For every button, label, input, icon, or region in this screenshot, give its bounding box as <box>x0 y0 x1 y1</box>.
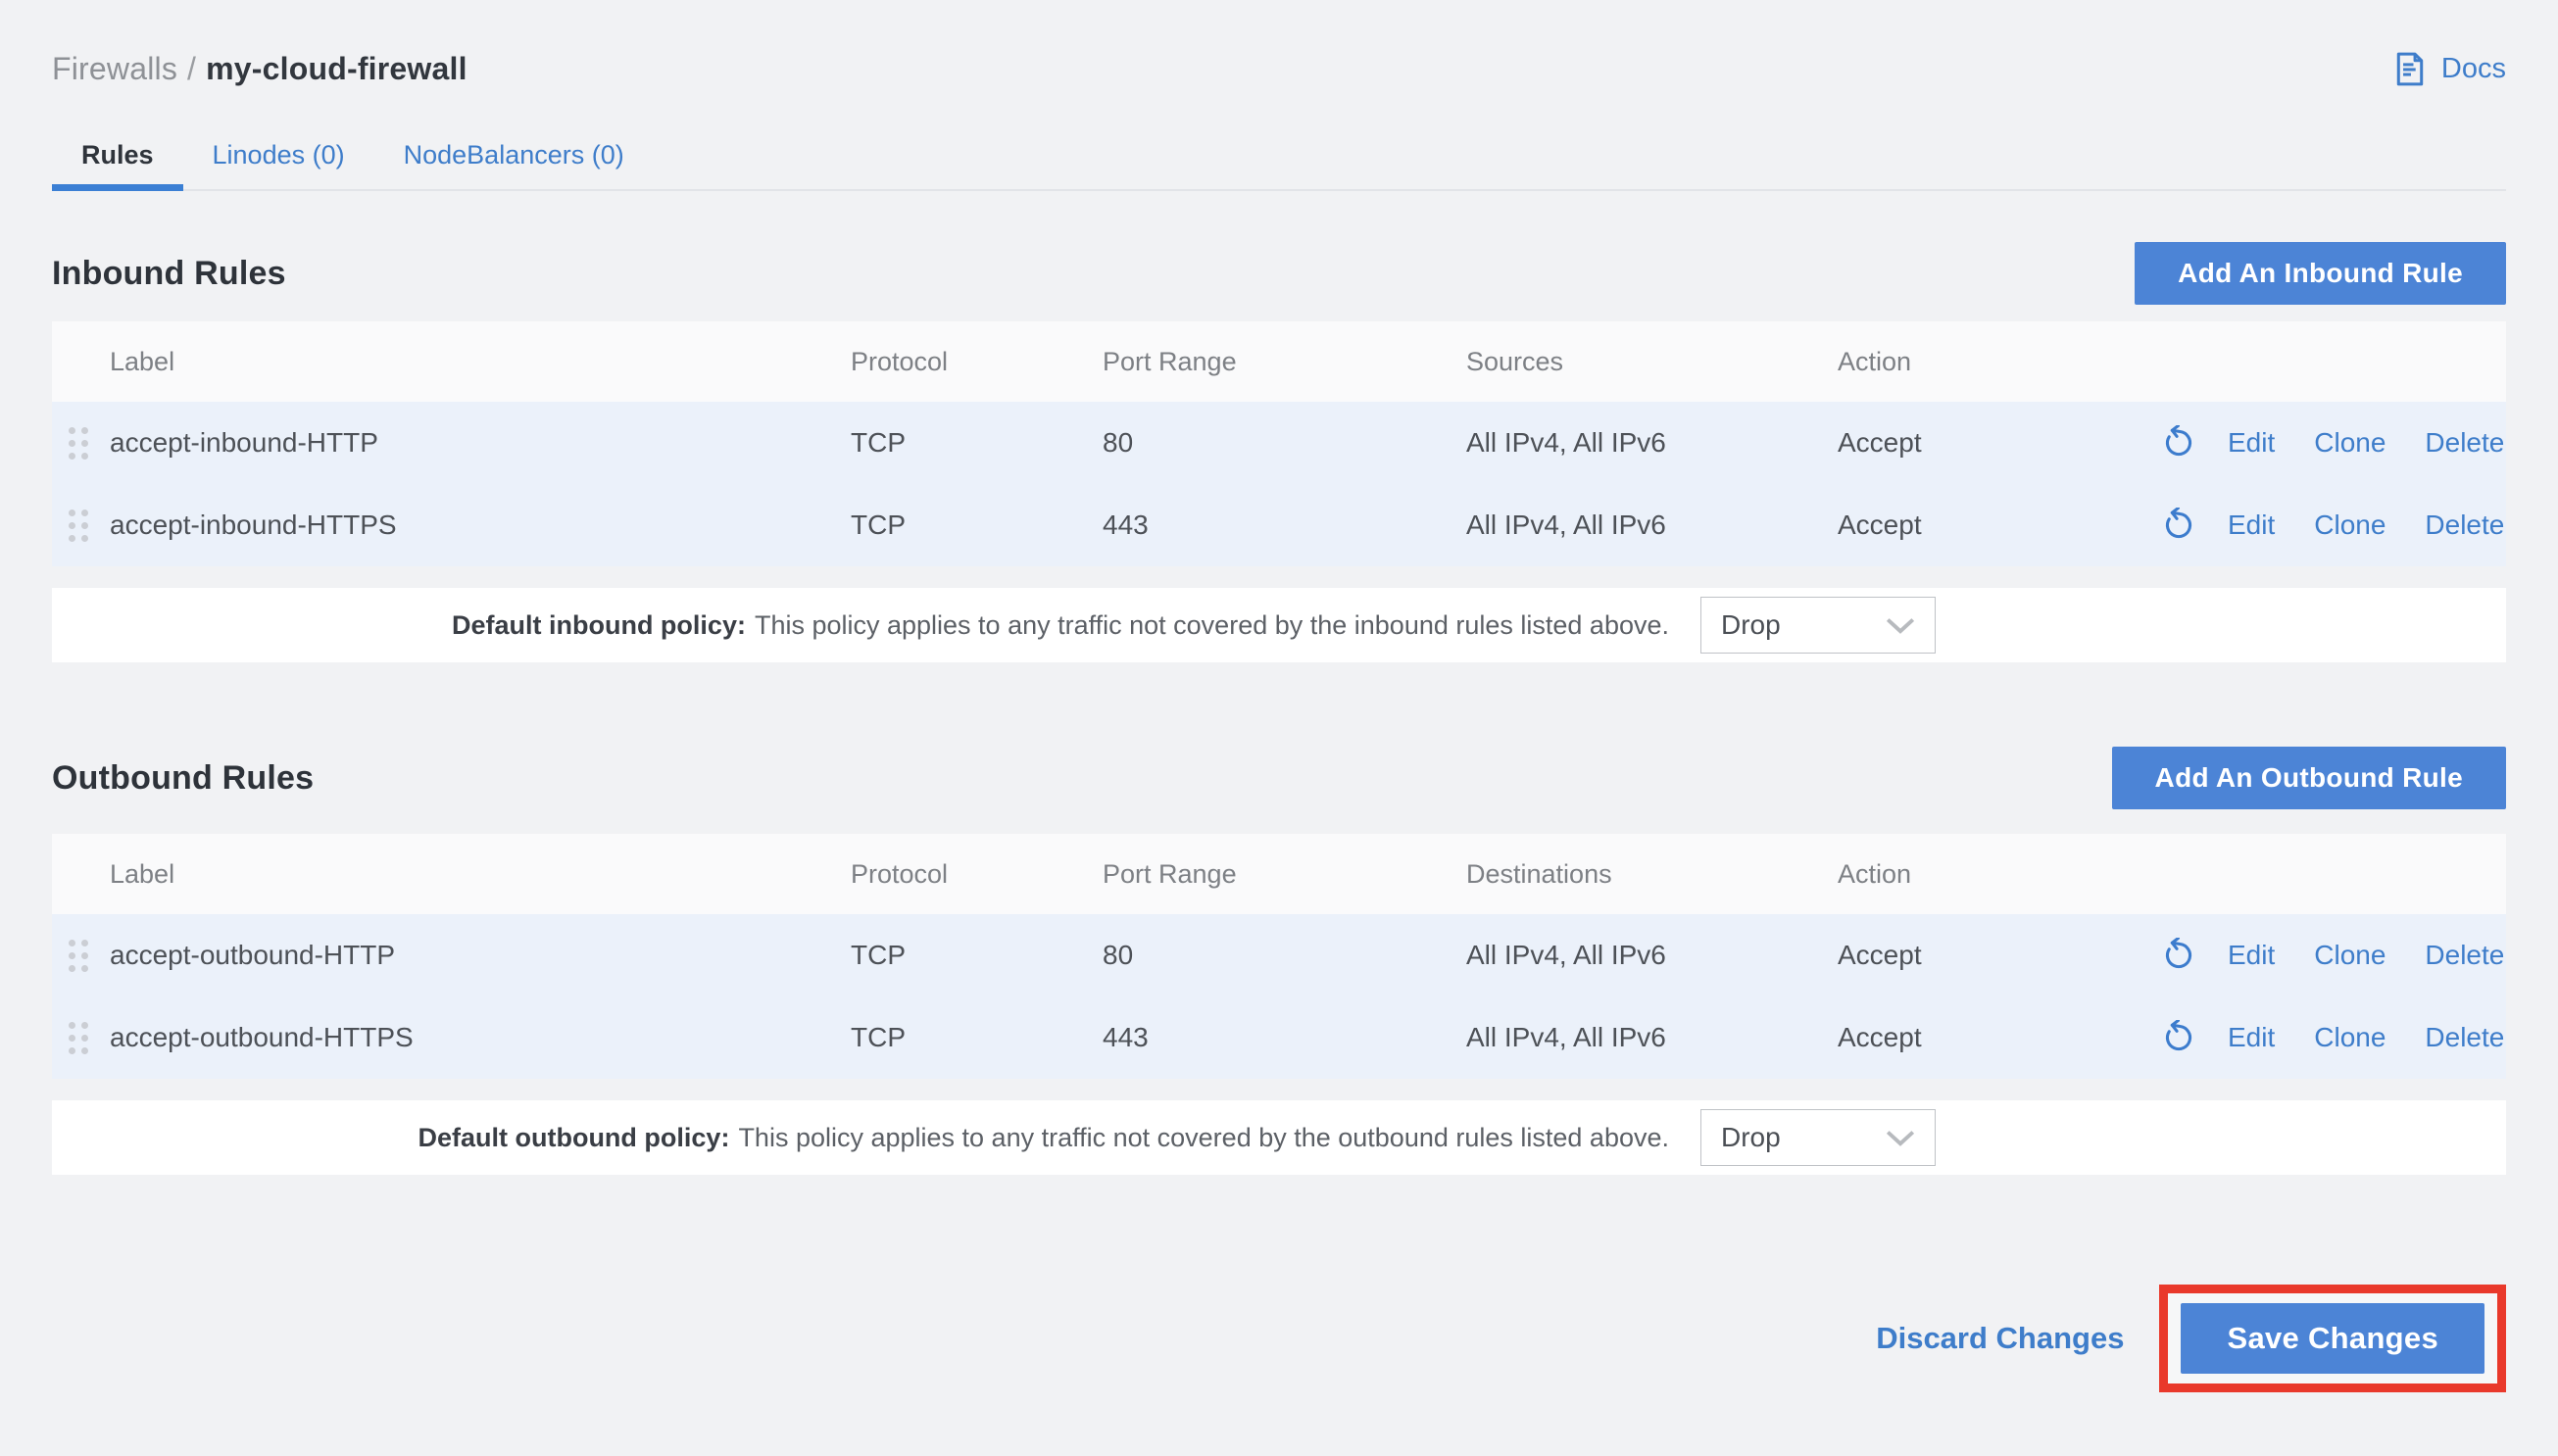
rule-protocol: TCP <box>851 1022 1103 1053</box>
default-outbound-policy-label: Default outbound policy: <box>418 1123 729 1153</box>
rule-label: accept-inbound-HTTP <box>110 427 378 459</box>
rule-sources: All IPv4, All IPv6 <box>1466 427 1838 459</box>
undo-icon[interactable] <box>2161 1020 2196 1055</box>
rule-action: Accept <box>1838 940 2161 971</box>
default-inbound-policy-description: This policy applies to any traffic not c… <box>755 610 1669 641</box>
rule-label: accept-inbound-HTTPS <box>110 510 397 541</box>
column-header-sources: Sources <box>1466 347 1838 377</box>
add-outbound-rule-button[interactable]: Add An Outbound Rule <box>2112 747 2506 809</box>
inbound-table-header: Label Protocol Port Range Sources Action <box>52 321 2506 402</box>
inbound-rules-heading: Inbound Rules <box>52 255 286 293</box>
delete-link[interactable]: Delete <box>2425 940 2504 971</box>
undo-icon[interactable] <box>2161 938 2196 973</box>
edit-link[interactable]: Edit <box>2228 427 2275 459</box>
edit-link[interactable]: Edit <box>2228 510 2275 541</box>
rule-action: Accept <box>1838 1022 2161 1053</box>
drag-handle-icon[interactable] <box>69 1022 88 1054</box>
undo-icon[interactable] <box>2161 425 2196 461</box>
drag-handle-icon[interactable] <box>69 510 88 542</box>
save-changes-button[interactable]: Save Changes <box>2181 1303 2484 1374</box>
breadcrumb: Firewalls / my-cloud-firewall <box>52 51 467 87</box>
drag-handle-icon[interactable] <box>69 427 88 460</box>
inbound-section-header: Inbound Rules Add An Inbound Rule <box>52 242 2506 305</box>
footer-actions: Discard Changes Save Changes <box>52 1285 2506 1392</box>
delete-link[interactable]: Delete <box>2425 510 2504 541</box>
rule-protocol: TCP <box>851 940 1103 971</box>
edit-link[interactable]: Edit <box>2228 940 2275 971</box>
default-outbound-policy-select[interactable]: Drop <box>1700 1109 1936 1166</box>
rule-label: accept-outbound-HTTP <box>110 940 395 971</box>
tab-bar: Rules Linodes (0) NodeBalancers (0) <box>52 126 2506 191</box>
table-row-accept-inbound-http: accept-inbound-HTTP TCP 80 All IPv4, All… <box>52 402 2506 484</box>
rule-port-range: 443 <box>1103 1022 1466 1053</box>
outbound-rules-table: Label Protocol Port Range Destinations A… <box>52 834 2506 1175</box>
firewall-rules-page: Firewalls / my-cloud-firewall Docs Rules L… <box>0 0 2558 1392</box>
selected-policy-value: Drop <box>1721 609 1781 641</box>
selected-policy-value: Drop <box>1721 1122 1781 1153</box>
breadcrumb-firewalls-link[interactable]: Firewalls <box>52 51 177 86</box>
add-inbound-rule-button[interactable]: Add An Inbound Rule <box>2135 242 2506 305</box>
discard-changes-link[interactable]: Discard Changes <box>1876 1321 2124 1356</box>
tab-linodes[interactable]: Linodes (0) <box>183 126 374 191</box>
undo-icon[interactable] <box>2161 508 2196 543</box>
delete-link[interactable]: Delete <box>2425 1022 2504 1053</box>
tab-nodebalancers[interactable]: NodeBalancers (0) <box>374 126 654 191</box>
rule-destinations: All IPv4, All IPv6 <box>1466 940 1838 971</box>
column-header-destinations: Destinations <box>1466 859 1838 890</box>
tab-rules[interactable]: Rules <box>52 126 183 191</box>
outbound-section-header: Outbound Rules Add An Outbound Rule <box>52 747 2506 809</box>
column-header-port-range: Port Range <box>1103 859 1466 890</box>
default-inbound-policy-select[interactable]: Drop <box>1700 597 1936 654</box>
save-button-highlight-box: Save Changes <box>2159 1285 2506 1392</box>
rule-action: Accept <box>1838 427 2161 459</box>
table-row-accept-outbound-http: accept-outbound-HTTP TCP 80 All IPv4, Al… <box>52 914 2506 996</box>
rule-port-range: 443 <box>1103 510 1466 541</box>
edit-link[interactable]: Edit <box>2228 1022 2275 1053</box>
drag-handle-icon[interactable] <box>69 940 88 972</box>
rule-protocol: TCP <box>851 427 1103 459</box>
table-row-accept-outbound-https: accept-outbound-HTTPS TCP 443 All IPv4, … <box>52 996 2506 1079</box>
rule-destinations: All IPv4, All IPv6 <box>1466 1022 1838 1053</box>
rule-port-range: 80 <box>1103 940 1466 971</box>
table-row-accept-inbound-https: accept-inbound-HTTPS TCP 443 All IPv4, A… <box>52 484 2506 566</box>
column-header-protocol: Protocol <box>851 347 1103 377</box>
column-header-action: Action <box>1838 859 2161 890</box>
column-header-action: Action <box>1838 347 2161 377</box>
docs-label: Docs <box>2441 53 2506 85</box>
default-outbound-policy-row: Default outbound policy: This policy app… <box>52 1100 2506 1175</box>
default-inbound-policy-row: Default inbound policy: This policy appl… <box>52 588 2506 662</box>
rule-sources: All IPv4, All IPv6 <box>1466 510 1838 541</box>
inbound-rules-table: Label Protocol Port Range Sources Action… <box>52 321 2506 662</box>
outbound-table-header: Label Protocol Port Range Destinations A… <box>52 834 2506 914</box>
rule-label: accept-outbound-HTTPS <box>110 1022 414 1053</box>
docs-icon <box>2391 49 2429 89</box>
docs-link[interactable]: Docs <box>2391 49 2506 89</box>
page-title: my-cloud-firewall <box>206 51 467 86</box>
delete-link[interactable]: Delete <box>2425 427 2504 459</box>
topbar: Firewalls / my-cloud-firewall Docs <box>52 0 2506 89</box>
clone-link[interactable]: Clone <box>2314 940 2386 971</box>
column-header-label: Label <box>52 347 851 377</box>
column-header-protocol: Protocol <box>851 859 1103 890</box>
column-header-label: Label <box>52 859 851 890</box>
chevron-down-icon <box>1886 617 1915 634</box>
rule-port-range: 80 <box>1103 427 1466 459</box>
clone-link[interactable]: Clone <box>2314 427 2386 459</box>
rule-action: Accept <box>1838 510 2161 541</box>
outbound-rules-heading: Outbound Rules <box>52 759 314 798</box>
default-outbound-policy-description: This policy applies to any traffic not c… <box>738 1123 1669 1153</box>
clone-link[interactable]: Clone <box>2314 1022 2386 1053</box>
column-header-port-range: Port Range <box>1103 347 1466 377</box>
rule-protocol: TCP <box>851 510 1103 541</box>
chevron-down-icon <box>1886 1130 1915 1146</box>
breadcrumb-separator: / <box>187 51 196 86</box>
clone-link[interactable]: Clone <box>2314 510 2386 541</box>
default-inbound-policy-label: Default inbound policy: <box>452 610 746 641</box>
